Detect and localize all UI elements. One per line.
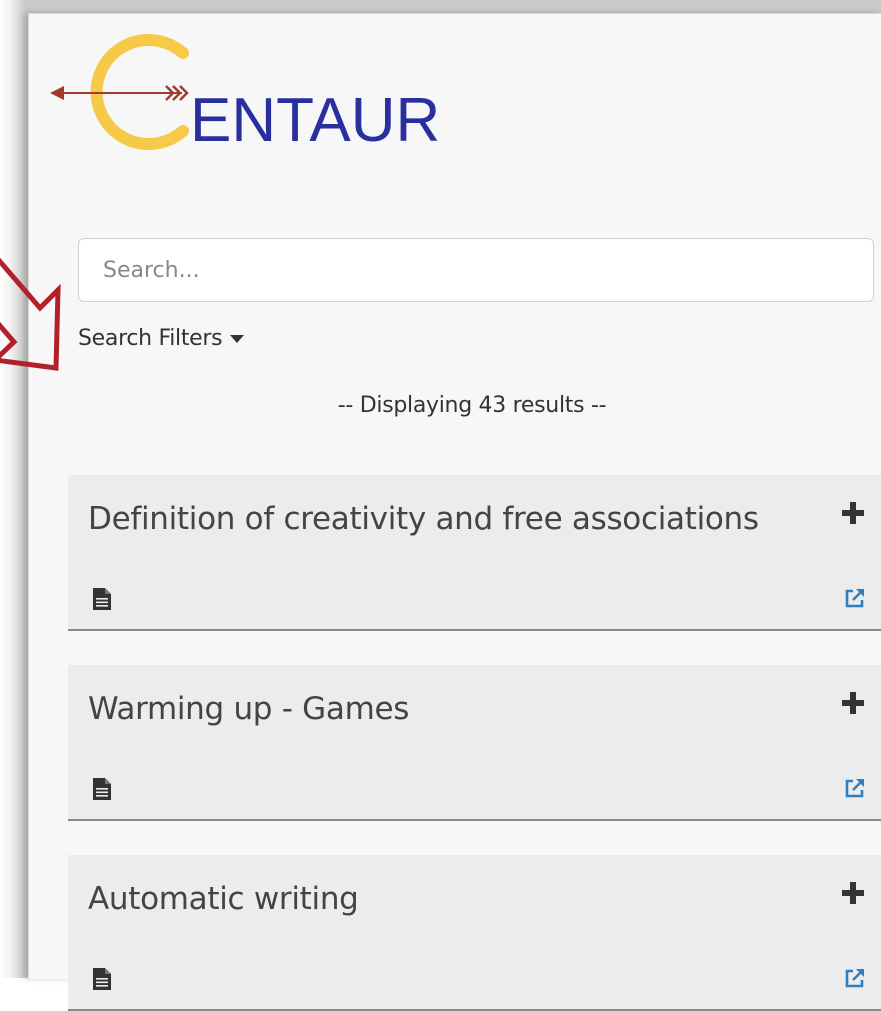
plus-icon[interactable]	[841, 691, 865, 715]
logo-text: ENTAUR	[190, 86, 440, 155]
result-card[interactable]: Definition of creativity and free associ…	[68, 475, 881, 631]
search-filters-label: Search Filters	[78, 325, 223, 351]
centaur-logo[interactable]: ENTAUR	[50, 28, 470, 158]
annotation-arrow-icon	[0, 257, 61, 371]
document-icon	[93, 968, 111, 990]
result-title[interactable]: Warming up - Games	[88, 691, 409, 727]
search-filters-toggle[interactable]: Search Filters	[78, 322, 245, 354]
results-count: -- Displaying 43 results --	[337, 393, 607, 418]
external-link-icon[interactable]	[844, 587, 866, 609]
caret-down-icon	[230, 335, 245, 343]
document-icon	[93, 778, 111, 800]
external-link-icon[interactable]	[844, 777, 866, 799]
result-card[interactable]: Warming up - Games	[68, 665, 881, 821]
result-card[interactable]: Automatic writing	[68, 855, 881, 1011]
result-title[interactable]: Automatic writing	[88, 881, 359, 917]
logo-arrow-head	[50, 86, 64, 100]
plus-icon[interactable]	[841, 501, 865, 525]
result-title[interactable]: Definition of creativity and free associ…	[88, 501, 759, 537]
search-input[interactable]	[78, 238, 874, 302]
external-link-icon[interactable]	[844, 967, 866, 989]
document-icon	[93, 588, 111, 610]
plus-icon[interactable]	[841, 881, 865, 905]
